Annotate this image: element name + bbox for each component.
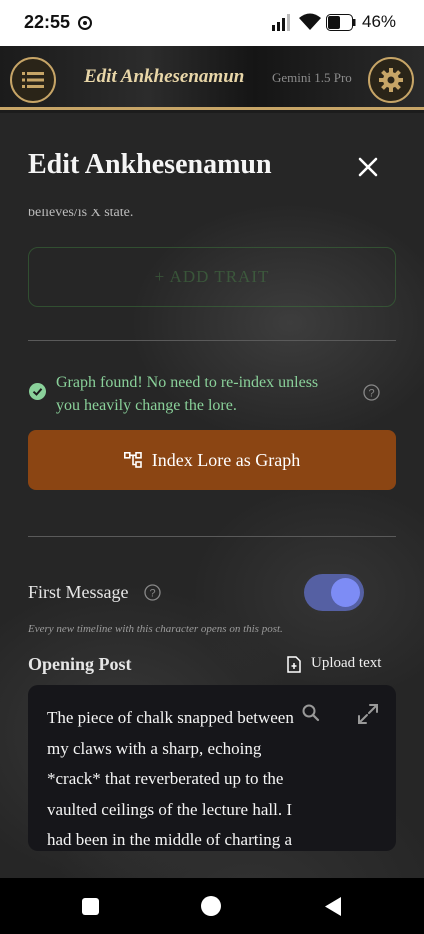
menu-button[interactable] <box>10 57 56 103</box>
battery-icon <box>326 14 356 31</box>
edit-character-modal: Edit Ankhesenamun believes/is X state. +… <box>0 113 424 878</box>
app-header: Edit Ankhesenamun Gemini 1.5 Pro <box>0 46 424 110</box>
divider <box>28 340 396 341</box>
gear-icon <box>379 68 403 92</box>
index-lore-button[interactable]: Index Lore as Graph <box>28 430 396 490</box>
trait-description-text: believes/is X state. <box>28 209 134 220</box>
add-trait-button[interactable]: + ADD TRAIT <box>28 247 396 307</box>
graph-icon <box>123 452 142 468</box>
first-message-hint: Every new timeline with this character o… <box>28 623 283 635</box>
signal-icon <box>272 14 290 31</box>
opening-post-label: Opening Post <box>28 654 132 674</box>
close-icon[interactable] <box>354 153 382 181</box>
recording-icon <box>78 16 92 30</box>
help-icon[interactable]: ? <box>363 384 380 401</box>
opening-post-text[interactable]: The piece of chalk snapped between my cl… <box>47 703 297 851</box>
wifi-icon <box>299 13 321 30</box>
home-button[interactable] <box>201 896 221 916</box>
search-icon[interactable] <box>301 703 321 723</box>
file-upload-icon[interactable] <box>287 656 301 673</box>
status-bar: 22:55 46% <box>0 0 424 46</box>
model-name: Gemini 1.5 Pro <box>272 70 352 85</box>
status-time: 22:55 <box>24 12 71 32</box>
help-icon[interactable]: ? <box>144 584 161 601</box>
first-message-label: First Message <box>28 582 129 602</box>
toggle-knob <box>331 578 360 607</box>
svg-text:?: ? <box>368 388 374 400</box>
recents-button[interactable] <box>82 898 99 915</box>
index-lore-label: Index Lore as Graph <box>151 449 301 470</box>
graph-status-text: Graph found! No need to re-index unless … <box>56 374 319 414</box>
svg-text:?: ? <box>149 588 155 600</box>
back-icon[interactable] <box>323 896 343 917</box>
settings-button[interactable] <box>368 57 414 103</box>
expand-icon[interactable] <box>357 703 379 725</box>
navigation-bar <box>0 878 424 934</box>
check-circle-icon <box>29 383 46 400</box>
first-message-toggle[interactable] <box>304 574 364 611</box>
opening-post-textarea[interactable]: The piece of chalk snapped between my cl… <box>28 685 396 851</box>
menu-icon <box>22 72 44 88</box>
battery-percent: 46% <box>362 12 397 31</box>
divider <box>28 536 396 537</box>
header-title: Edit Ankhesenamun <box>84 66 245 87</box>
upload-text-button[interactable]: Upload text <box>311 655 381 672</box>
modal-title: Edit Ankhesenamun <box>28 149 272 180</box>
